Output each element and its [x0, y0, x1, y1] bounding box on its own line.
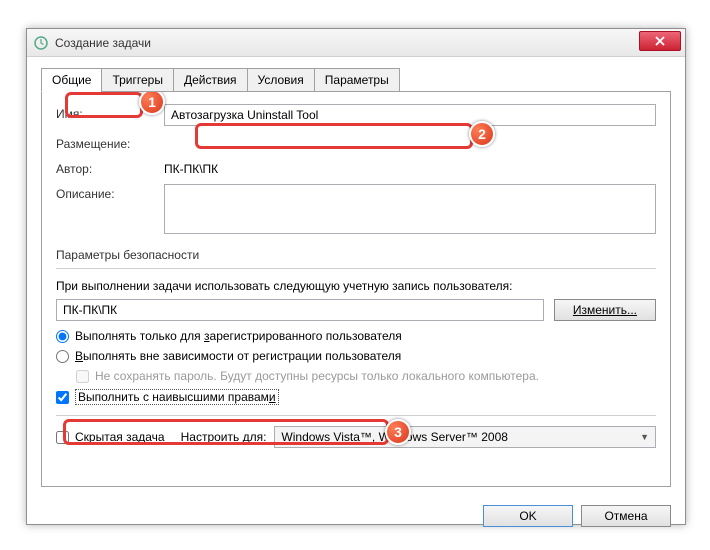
tab-actions[interactable]: Действия [173, 68, 248, 92]
run-logged-on-label: Выполнять только для зарегистрированного… [75, 329, 402, 343]
cancel-button[interactable]: Отмена [581, 505, 671, 527]
highest-privileges-label: Выполнить с наивысшими правами [75, 389, 279, 405]
configure-for-label: Настроить для: [181, 430, 267, 444]
chevron-down-icon: ▼ [640, 432, 649, 442]
run-whether-radio-input[interactable] [56, 350, 69, 363]
highest-privileges-check[interactable]: Выполнить с наивысшими правами [56, 389, 656, 405]
highest-privileges-checkbox[interactable] [56, 391, 69, 404]
run-whether-radio[interactable]: Выполнять вне зависимости от регистрации… [56, 349, 656, 363]
tab-conditions[interactable]: Условия [247, 68, 315, 92]
no-save-password-check: Не сохранять пароль. Будут доступны ресу… [76, 369, 656, 383]
tab-settings[interactable]: Параметры [314, 68, 400, 92]
close-icon [655, 36, 665, 46]
ok-button[interactable]: OK [483, 505, 573, 527]
run-logged-on-radio-input[interactable] [56, 330, 69, 343]
tab-general[interactable]: Общие [41, 68, 102, 92]
author-label: Автор: [56, 159, 164, 176]
close-button[interactable] [639, 31, 681, 51]
separator-2 [56, 415, 656, 416]
change-user-button[interactable]: Изменить... [554, 299, 656, 321]
account-field: ПК-ПК\ПК [56, 299, 544, 321]
no-save-password-label: Не сохранять пароль. Будут доступны ресу… [95, 369, 539, 383]
tab-strip: Общие Триггеры Действия Условия Параметр… [41, 67, 685, 91]
description-label: Описание: [56, 184, 164, 201]
dialog-buttons: OK Отмена [27, 497, 685, 535]
hidden-task-checkbox[interactable] [56, 431, 69, 444]
callout-3: 3 [385, 419, 411, 445]
create-task-dialog: Создание задачи Общие Триггеры Действия … [26, 28, 686, 525]
window-title: Создание задачи [55, 36, 151, 50]
hidden-task-label: Скрытая задача [75, 430, 165, 444]
separator [56, 268, 656, 269]
clock-icon [33, 35, 49, 51]
security-legend: Параметры безопасности [56, 248, 656, 262]
author-value: ПК-ПК\ПК [164, 159, 218, 176]
callout-2: 2 [469, 121, 495, 147]
description-input[interactable] [164, 184, 656, 234]
tab-triggers[interactable]: Триггеры [101, 68, 174, 92]
location-label: Размещение: [56, 134, 164, 151]
run-whether-label: Выполнять вне зависимости от регистрации… [75, 349, 401, 363]
titlebar[interactable]: Создание задачи [27, 29, 685, 57]
callout-1: 1 [139, 89, 165, 115]
general-panel: Имя: Размещение: Автор: ПК-ПК\ПК Описани… [41, 91, 671, 487]
run-logged-on-radio[interactable]: Выполнять только для зарегистрированного… [56, 329, 656, 343]
no-save-password-checkbox [76, 370, 89, 383]
configure-for-select[interactable]: Windows Vista™, Windows Server™ 2008 ▼ [274, 426, 656, 448]
hidden-task-check[interactable]: Скрытая задача [56, 430, 165, 444]
use-account-label: При выполнении задачи использовать следу… [56, 279, 656, 293]
name-input[interactable] [164, 104, 656, 126]
